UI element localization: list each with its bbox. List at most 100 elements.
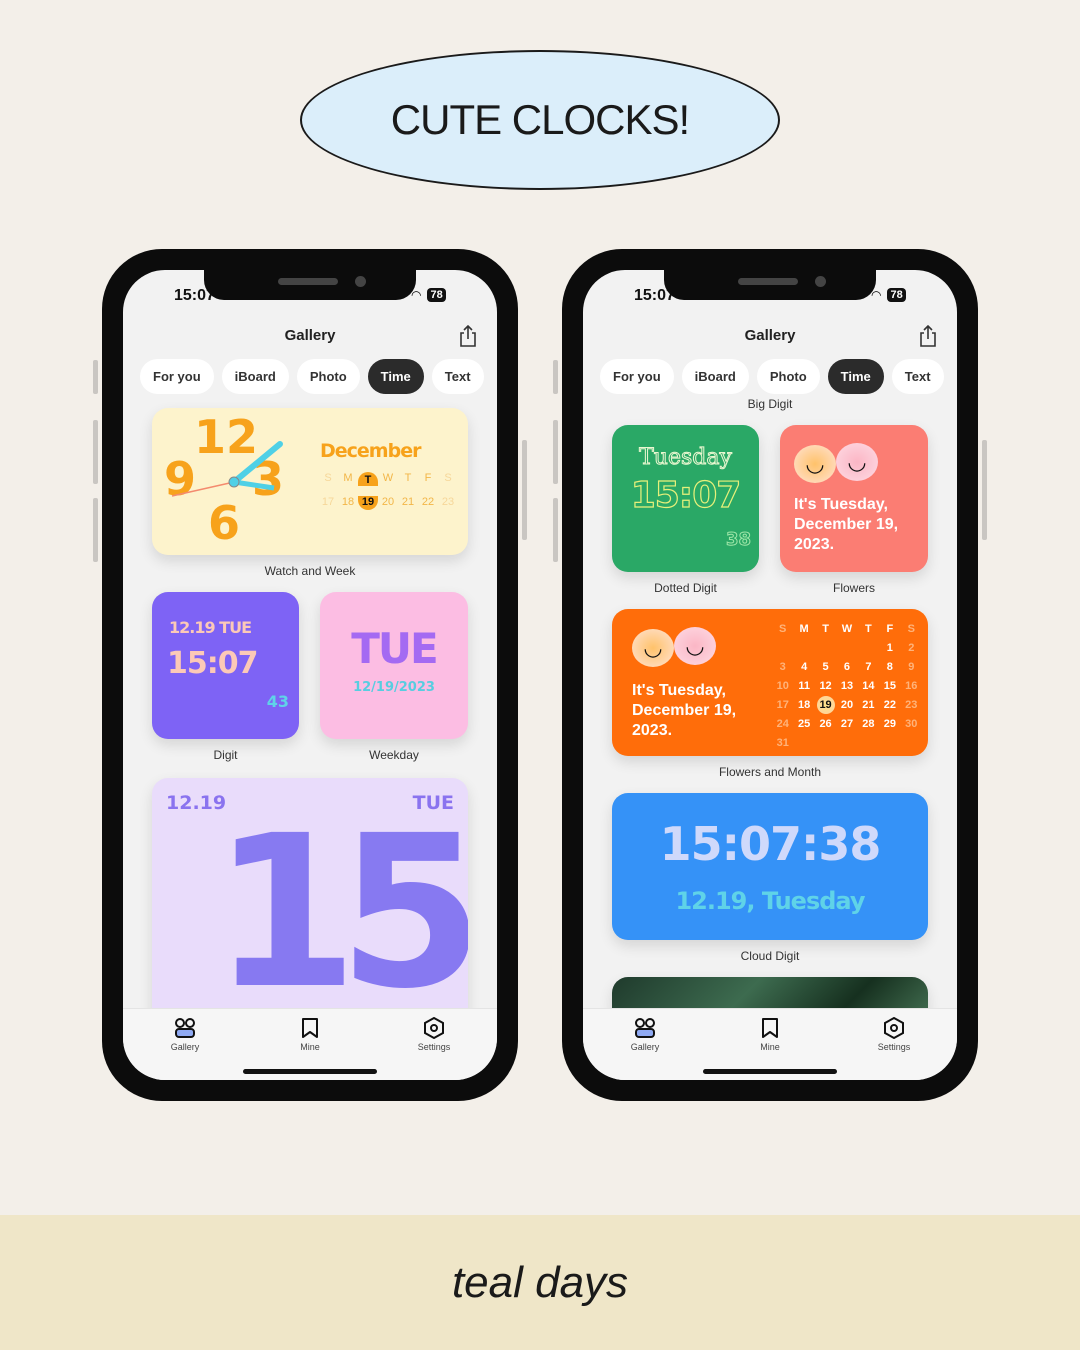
smiley-heart-icon: ◡	[674, 627, 716, 665]
widget-weekday[interactable]: TUE 12/19/2023	[320, 592, 468, 739]
share-icon[interactable]	[458, 325, 478, 347]
tab-iboard[interactable]: iBoard	[221, 359, 289, 394]
cloud-time: 15:07:38	[659, 817, 882, 871]
tabbar-gallery[interactable]: Gallery	[615, 1017, 675, 1052]
share-icon[interactable]	[918, 325, 938, 347]
phone-left: 15:07 ···◠78 Gallery For you iBoard Phot…	[102, 249, 518, 1101]
flowers-text: It's Tuesday, December 19, 2023.	[794, 496, 899, 553]
tabbar-mine[interactable]: Mine	[280, 1017, 340, 1052]
tabbar-settings[interactable]: Settings	[864, 1017, 924, 1052]
calendar-cell: 27	[840, 717, 854, 730]
weekday-date: 12/19/2023	[353, 680, 435, 695]
banner-title: CUTE CLOCKS!	[390, 96, 690, 143]
tab-photo[interactable]: Photo	[756, 359, 820, 394]
calendar-cell: 15	[883, 679, 896, 692]
phone-button	[553, 360, 558, 394]
smiley-flower-icon: ◡	[632, 629, 674, 667]
calendar-cell: 3	[779, 660, 786, 673]
calendar-cell: 23	[905, 698, 918, 711]
dotted-seconds: 38	[725, 529, 751, 551]
tabbar-label: Gallery	[170, 1042, 200, 1052]
calendar-cell: S	[444, 472, 452, 484]
cloud-date: 12.19, Tuesday	[675, 887, 865, 915]
calendar-cell: S	[779, 622, 787, 635]
calendar-cell: 16	[905, 679, 918, 692]
tab-time[interactable]: Time	[367, 359, 424, 394]
widget-label: Cloud Digit	[740, 949, 800, 963]
footer-band: teal days	[0, 1215, 1080, 1350]
calendar-cell: 20	[381, 496, 395, 508]
title-banner: CUTE CLOCKS!	[300, 50, 780, 190]
tab-for-you[interactable]: For you	[600, 359, 674, 394]
home-indicator[interactable]	[703, 1069, 837, 1074]
tabbar-settings[interactable]: Settings	[404, 1017, 464, 1052]
tabbar-gallery[interactable]: Gallery	[155, 1017, 215, 1052]
tabbar-mine[interactable]: Mine	[740, 1017, 800, 1052]
calendar-cell: 17	[776, 698, 789, 711]
calendar-cell: 29	[883, 717, 896, 730]
calendar-cell: 22	[421, 496, 435, 508]
calendar-cell: 24	[776, 717, 789, 730]
widget-dotted-digit[interactable]: Tuesday 15:07 38	[612, 425, 759, 572]
phone-button	[982, 440, 987, 540]
month-calendar: S M T W T F S 1 2 3 4 5 6 7 8 9 10 11 12 13 14 15 16 17 18 19 20 21…	[772, 619, 922, 752]
notch	[664, 270, 876, 300]
page-title: Gallery	[284, 327, 336, 344]
smiley-heart-icon: ◡	[836, 443, 878, 481]
tab-for-you[interactable]: For you	[140, 359, 214, 394]
phone-button	[93, 360, 98, 394]
widget-digit[interactable]: 12.19 TUE 15:07 43	[152, 592, 299, 739]
home-indicator[interactable]	[243, 1069, 377, 1074]
tabbar-label: Gallery	[630, 1042, 660, 1052]
calendar-cell: 12	[819, 679, 832, 692]
month-text: It's Tuesday, December 19, 2023.	[632, 682, 737, 739]
calendar-cell: 11	[798, 679, 810, 692]
widget-big-digit[interactable]: 12.19 TUE 15	[152, 778, 468, 1038]
today-cell: 19	[358, 496, 378, 510]
calendar-cell: 1	[886, 641, 893, 654]
calendar-cell: 10	[776, 679, 789, 692]
calendar-cell: 14	[862, 679, 875, 692]
section-heading: Big Digit	[747, 397, 793, 411]
calendar-cell: M	[799, 622, 809, 635]
settings-icon	[884, 1017, 904, 1039]
widget-flowers-and-month[interactable]: ◡ ◡ It's Tuesday, December 19, 2023. SM T…	[612, 609, 928, 756]
calendar-cell: S	[324, 472, 332, 484]
today-cell: T	[358, 472, 378, 486]
calendar-cell: 13	[840, 679, 854, 692]
dotted-day: Tuesday	[639, 445, 733, 471]
tab-text[interactable]: Text	[891, 359, 944, 394]
dotted-time: 15:07	[630, 474, 742, 516]
calendar-cell: 20	[840, 698, 854, 711]
week-strip: S M T W T F S 17 18 19 20 21 22 23	[318, 472, 458, 510]
notch	[204, 270, 416, 300]
widget-label: Dotted Digit	[654, 581, 717, 595]
digit-date: 12.19 TUE	[169, 618, 252, 637]
smiley-flower-icon: ◡	[794, 445, 836, 483]
calendar-cell: 9	[908, 660, 915, 673]
widget-flowers[interactable]: ◡ ◡ It's Tuesday, December 19, 2023.	[780, 425, 928, 572]
widget-label: Watch and Week	[264, 564, 356, 578]
tab-time[interactable]: Time	[827, 359, 884, 394]
widget-label: Digit	[213, 748, 238, 762]
calendar-cell: T	[865, 622, 872, 635]
month-label: December	[320, 440, 421, 462]
category-tabs: For you iBoard Photo Time Text	[140, 359, 484, 394]
widget-cloud-digit[interactable]: 15:07:38 12.19, Tuesday	[612, 793, 928, 940]
today-cell: 19	[816, 695, 835, 714]
big-hour: 15	[212, 790, 468, 1035]
screen: 15:07 ···◠78 Gallery For you iBoard Phot…	[583, 270, 957, 1080]
calendar-cell: 25	[798, 717, 811, 730]
tab-iboard[interactable]: iBoard	[681, 359, 749, 394]
phone-button	[553, 498, 558, 562]
tab-photo[interactable]: Photo	[296, 359, 360, 394]
phone-right: 15:07 ···◠78 Gallery For you iBoard Phot…	[562, 249, 978, 1101]
tab-text[interactable]: Text	[431, 359, 484, 394]
bookmark-icon	[762, 1018, 778, 1038]
calendar-cell: M	[343, 472, 353, 484]
widget-watch-and-week[interactable]: 12 9 3 6 December S M T W T F S 17 18 19 20 21 22 23	[152, 408, 468, 555]
tabbar-label: Settings	[417, 1042, 451, 1052]
calendar-cell: 8	[886, 660, 893, 673]
phone-button	[553, 420, 558, 484]
battery-icon: 78	[427, 288, 446, 302]
